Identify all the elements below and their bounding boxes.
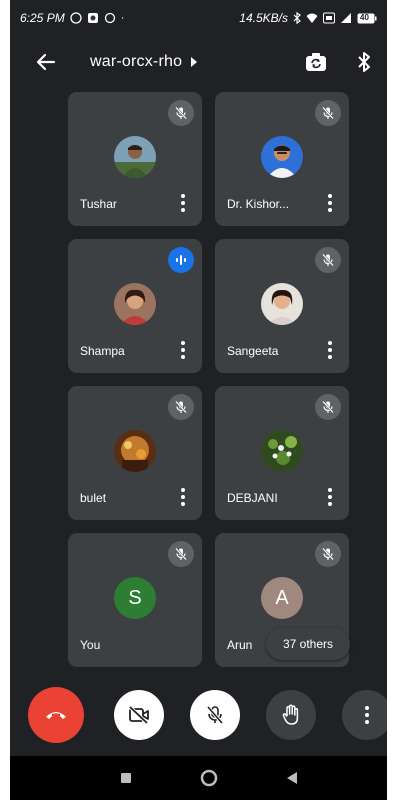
volte-icon [323, 12, 335, 24]
more-options-button[interactable] [342, 690, 387, 740]
bluetooth-icon [293, 12, 301, 24]
participant-tile[interactable]: Shampa [68, 239, 202, 373]
participant-options-button[interactable] [178, 486, 188, 508]
mic-muted-badge [315, 541, 341, 567]
mic-off-icon [206, 705, 224, 725]
status-time: 6:25 PM [20, 11, 65, 25]
participant-name: bulet [80, 491, 107, 505]
avatar-letter: S [128, 586, 142, 609]
more-options-icon [365, 706, 369, 724]
avatar: A [261, 577, 303, 619]
avatar [261, 430, 303, 472]
signal-icon [341, 13, 351, 23]
participant-name: Dr. Kishor... [227, 197, 290, 211]
back-button-nav[interactable] [280, 766, 304, 790]
notification-icon [104, 12, 115, 24]
mic-muted-badge [168, 100, 194, 126]
wifi-icon [306, 13, 318, 23]
others-count-label: 37 others [282, 637, 334, 651]
camera-off-icon [128, 706, 149, 724]
participant-options-button[interactable] [325, 339, 335, 361]
status-bar: 6:25 PM · 14.5KB/s 40 [10, 0, 387, 36]
participant-name: You [80, 638, 101, 652]
recents-square-icon [121, 773, 131, 783]
participant-options-button[interactable] [178, 192, 188, 214]
switch-camera-button[interactable] [300, 46, 332, 78]
end-call-icon [46, 712, 66, 719]
avatar [261, 136, 303, 178]
meeting-info-button[interactable]: war-orcx-rho [90, 40, 198, 84]
mic-off-icon [175, 547, 187, 561]
back-arrow-icon [36, 53, 56, 71]
app-icon [87, 13, 98, 23]
home-button[interactable] [197, 766, 221, 790]
mic-muted-badge [315, 394, 341, 420]
mic-off-icon [175, 106, 187, 120]
battery-level: 40 [360, 12, 369, 22]
meeting-header: war-orcx-rho [10, 40, 387, 84]
system-nav-bar [10, 756, 387, 800]
network-speed: 14.5KB/s [239, 11, 288, 25]
participant-options-button[interactable] [325, 192, 335, 214]
participant-name: DEBJANI [227, 491, 278, 505]
participant-options-button[interactable] [325, 486, 335, 508]
raise-hand-button[interactable] [266, 690, 316, 740]
mic-muted-badge [315, 100, 341, 126]
audio-level-icon [176, 255, 186, 265]
recents-button[interactable] [114, 766, 138, 790]
mic-off-icon [175, 400, 187, 414]
home-circle-icon [200, 769, 218, 787]
speaking-indicator [168, 247, 194, 273]
avatar [114, 136, 156, 178]
meeting-code: war-orcx-rho [90, 53, 183, 70]
mic-off-icon [322, 400, 334, 414]
mic-off-icon [322, 253, 334, 267]
whatsapp-icon [70, 12, 82, 24]
camera-toggle-button[interactable] [114, 690, 164, 740]
bluetooth-icon [358, 52, 370, 72]
participant-name: Shampa [80, 344, 125, 358]
audio-output-button[interactable] [350, 46, 378, 78]
back-button[interactable] [30, 40, 62, 84]
end-call-button[interactable] [28, 687, 84, 743]
participant-options-button[interactable] [178, 339, 188, 361]
avatar [261, 283, 303, 325]
mic-muted-badge [168, 541, 194, 567]
participant-tile[interactable]: Dr. Kishor... [215, 92, 349, 226]
participant-tile[interactable]: DEBJANI [215, 386, 349, 520]
mic-muted-badge [315, 247, 341, 273]
avatar [114, 430, 156, 472]
mic-toggle-button[interactable] [190, 690, 240, 740]
camera-switch-icon [306, 53, 326, 71]
mic-off-icon [322, 547, 334, 561]
participant-tile[interactable]: S You [68, 533, 202, 667]
participant-tile[interactable]: Tushar [68, 92, 202, 226]
mic-off-icon [322, 106, 334, 120]
meet-screen: 6:25 PM · 14.5KB/s 40 war-orcx-rho Tusha… [10, 0, 387, 800]
others-chip[interactable]: 37 others [266, 628, 350, 660]
avatar: S [114, 577, 156, 619]
call-controls [10, 687, 387, 744]
avatar [114, 283, 156, 325]
participant-name: Tushar [80, 197, 117, 211]
participant-tile[interactable]: bulet [68, 386, 202, 520]
avatar-letter: A [275, 586, 289, 609]
chevron-right-icon [191, 57, 198, 67]
dot-icon: · [120, 12, 125, 24]
participant-name: Sangeeta [227, 344, 279, 358]
participant-tile[interactable]: Sangeeta [215, 239, 349, 373]
participant-name: Arun [227, 638, 253, 652]
back-triangle-icon [287, 772, 297, 784]
mic-muted-badge [168, 394, 194, 420]
raise-hand-icon [282, 704, 299, 725]
